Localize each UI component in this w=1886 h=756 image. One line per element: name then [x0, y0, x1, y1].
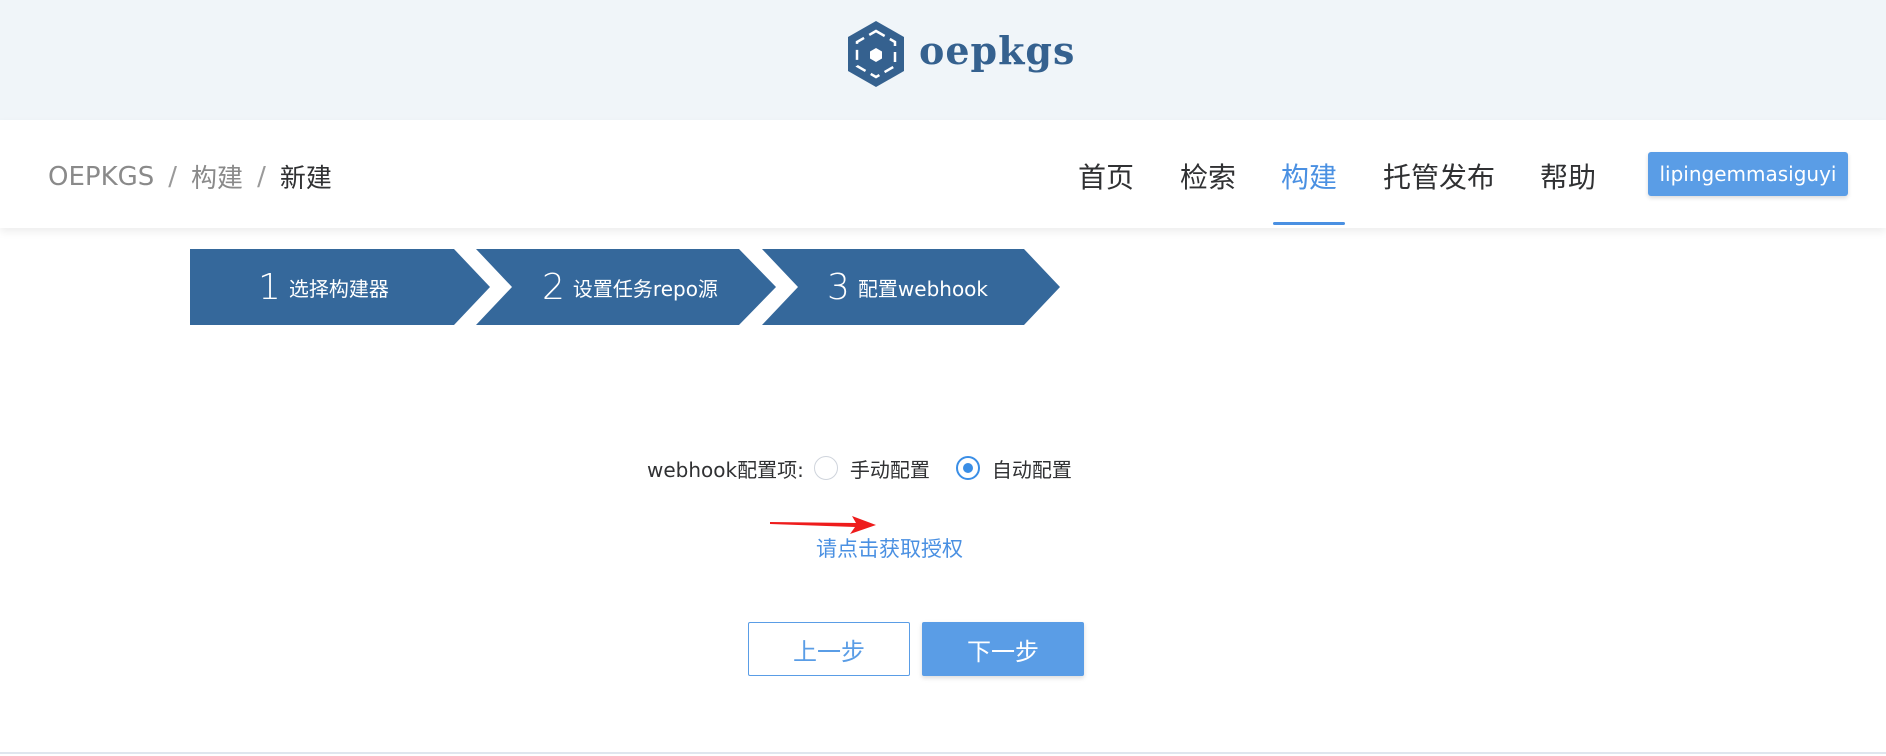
- webhook-config-row: webhook配置项: 手动配置 自动配置: [647, 452, 1072, 484]
- radio-auto-label: 自动配置: [991, 457, 1072, 482]
- logo[interactable]: oepkgs: [845, 19, 1075, 89]
- radio-checked-icon[interactable]: [955, 456, 980, 480]
- nav-build[interactable]: 构建: [1281, 156, 1337, 196]
- radio-auto-config[interactable]: 自动配置: [955, 454, 1072, 483]
- step-3-label: 配置webhook: [857, 276, 988, 301]
- radio-manual-config[interactable]: 手动配置: [813, 454, 930, 483]
- nav-search[interactable]: 检索: [1180, 156, 1236, 196]
- get-authorization-link[interactable]: 请点击获取授权: [816, 533, 963, 563]
- main-menu: 首页 检索 构建 托管发布 帮助: [0, 120, 1886, 228]
- brand-name: oepkgs: [919, 28, 1076, 73]
- nav-help[interactable]: 帮助: [1540, 156, 1596, 196]
- step-3-number: 3: [827, 266, 850, 308]
- top-navbar: OEPKGS / 构建 / 新建 首页 检索 构建 托管发布 帮助 liping…: [0, 120, 1886, 228]
- radio-unchecked-icon[interactable]: [813, 456, 838, 480]
- step-2-number: 2: [542, 266, 565, 308]
- step-1-number: 1: [258, 266, 281, 308]
- step-2-label: 设置任务repo源: [572, 276, 718, 301]
- hexagon-logo-icon: [845, 19, 907, 89]
- nav-home[interactable]: 首页: [1078, 156, 1134, 196]
- previous-step-button[interactable]: 上一步: [748, 622, 910, 676]
- active-tab-indicator: [1273, 222, 1345, 225]
- step-2[interactable]: 2 设置任务repo源: [542, 249, 718, 325]
- step-indicator: 1 选择构建器 2 设置任务repo源 3 配置webhook: [190, 249, 1070, 325]
- radio-manual-label: 手动配置: [849, 457, 930, 482]
- brand-header: oepkgs: [0, 0, 1886, 120]
- nav-hosted-release[interactable]: 托管发布: [1383, 156, 1495, 196]
- user-menu-button[interactable]: lipingemmasiguyi: [1648, 152, 1848, 196]
- step-3[interactable]: 3 配置webhook: [827, 249, 988, 325]
- step-1-label: 选择构建器: [288, 276, 389, 301]
- footer-divider: [0, 752, 1886, 754]
- next-step-button[interactable]: 下一步: [922, 622, 1084, 676]
- webhook-config-label: webhook配置项:: [647, 457, 804, 482]
- step-1[interactable]: 1 选择构建器: [258, 249, 389, 325]
